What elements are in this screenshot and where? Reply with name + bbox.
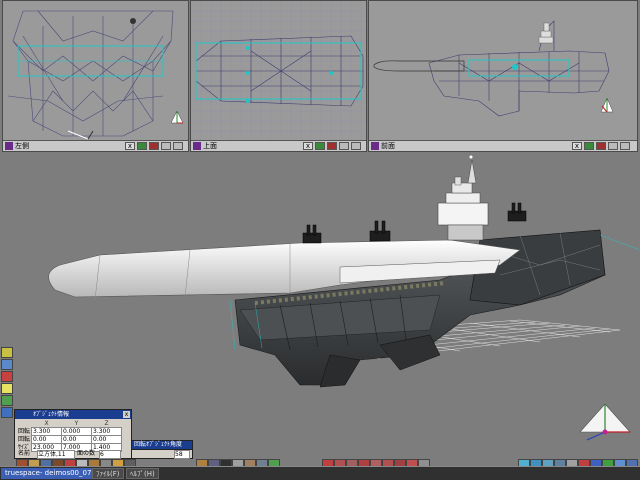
pan-icon[interactable]	[173, 142, 183, 150]
panel-title-bar[interactable]: ｵﾌﾞｼﾞｪｸﾄ情報 x	[15, 410, 131, 419]
taskbar: truespace- deimos00_07 ﾌｧｲﾙ(F) ﾍﾙﾌﾟ(H)	[0, 466, 640, 480]
render-mode-icon[interactable]	[596, 142, 606, 150]
close-icon[interactable]: x	[303, 142, 313, 150]
table-row: 回転 3.300 0.000 3.300	[17, 427, 123, 436]
face-count-value: 6	[99, 450, 121, 459]
viewport-front-toolbar: 前面 x	[369, 140, 637, 151]
table-row: 回転 0.00 0.00 0.00	[17, 435, 123, 444]
column-header: Z	[104, 420, 109, 427]
ship-bridge-tower	[437, 159, 489, 241]
camera-tool-icon[interactable]	[1, 395, 13, 406]
render-tool-icon[interactable]	[1, 407, 13, 418]
axis-indicator-icon	[170, 110, 184, 124]
viewport-menu-icon[interactable]	[5, 142, 13, 150]
viewport-top-toolbar: 上面 x	[191, 140, 366, 151]
pan-icon[interactable]	[351, 142, 361, 150]
viewport-menu-icon[interactable]	[371, 142, 379, 150]
panel-title: ｵﾌﾞｼﾞｪｸﾄ情報	[33, 411, 70, 418]
viewport-left[interactable]: 左側 x	[2, 0, 189, 152]
viewport-title: 上面	[203, 142, 217, 150]
close-icon[interactable]: x	[123, 411, 130, 418]
light-tool-icon[interactable]	[1, 383, 13, 394]
name-label: 名前	[18, 450, 31, 457]
column-header: X	[44, 420, 49, 427]
taskbar-item[interactable]: ﾌｧｲﾙ(F)	[92, 468, 124, 479]
ship-turrets	[302, 202, 527, 244]
viewport-front[interactable]: 前面 x	[368, 0, 638, 152]
render-mode-icon[interactable]	[327, 142, 337, 150]
top-view-wireframe	[191, 1, 366, 142]
left-view-wireframe	[7, 10, 174, 140]
object-info-panel: ｵﾌﾞｼﾞｪｸﾄ情報 x X Y Z 回転 3.300 0.000 3.300 …	[14, 409, 132, 459]
object-tool-icon[interactable]	[1, 347, 13, 358]
taskbar-item[interactable]: ﾍﾙﾌﾟ(H)	[126, 468, 159, 479]
pan-icon[interactable]	[620, 142, 630, 150]
rotate-angle-panel: 58	[131, 449, 193, 459]
value-field[interactable]: 0.00	[31, 435, 63, 444]
viewport-title: 左側	[15, 142, 29, 150]
close-icon[interactable]: x	[572, 142, 582, 150]
value-field[interactable]: 3.300	[31, 427, 63, 436]
value-field[interactable]: 0.000	[61, 427, 93, 436]
view-mode-icon[interactable]	[137, 142, 147, 150]
axis-indicator-icon	[579, 403, 631, 441]
view-mode-icon[interactable]	[315, 142, 325, 150]
eye-icon[interactable]	[339, 142, 349, 150]
close-icon[interactable]: x	[125, 142, 135, 150]
rotate-angle-value[interactable]: 58	[174, 450, 190, 459]
front-view-wireframe	[373, 20, 610, 117]
value-field[interactable]: 0.00	[91, 435, 123, 444]
eye-icon[interactable]	[608, 142, 618, 150]
row-label: 回転	[18, 428, 31, 435]
coordinate-table: X Y Z 回転 3.300 0.000 3.300 回転 0.00 0.00 …	[17, 420, 123, 452]
select-tool-icon[interactable]	[1, 359, 13, 370]
row-label: 回転	[18, 436, 31, 443]
rotate-angle-label: 回転ｵﾌﾞｼﾞｪｸﾄ角度	[134, 441, 183, 448]
value-field[interactable]: 0.00	[61, 435, 93, 444]
viewport-menu-icon[interactable]	[193, 142, 201, 150]
paint-tool-icon[interactable]	[1, 371, 13, 382]
viewport-top[interactable]: 上面 x	[190, 0, 367, 152]
viewport-left-toolbar: 左側 x	[3, 140, 188, 151]
taskbar-app-button[interactable]: truespace- deimos00_07	[1, 468, 96, 479]
name-field[interactable]: 立方体,11	[37, 450, 75, 459]
view-mode-icon[interactable]	[584, 142, 594, 150]
eye-icon[interactable]	[161, 142, 171, 150]
axis-indicator-icon	[600, 97, 614, 113]
viewport-title: 前面	[381, 142, 395, 150]
value-field[interactable]: 3.300	[91, 427, 123, 436]
column-header: Y	[74, 420, 79, 427]
render-mode-icon[interactable]	[149, 142, 159, 150]
face-count-label: 面の数	[77, 450, 96, 457]
